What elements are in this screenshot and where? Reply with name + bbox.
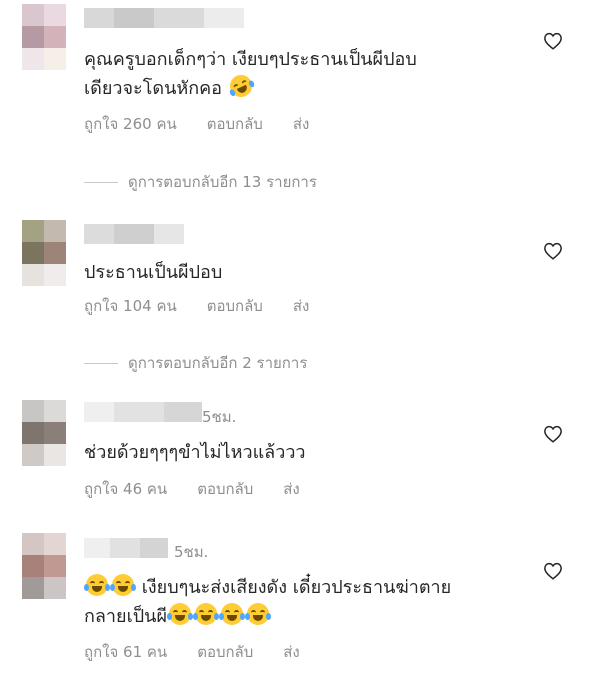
comment-timestamp: 5ชม. bbox=[202, 408, 237, 426]
comment-text: เงียบๆนะส่งเสียงดัง เดี๋ยวประธานฆ่าตาย ก… bbox=[84, 573, 451, 631]
comment-line: เงียบๆนะส่งเสียงดัง เดี๋ยวประธานฆ่าตาย bbox=[84, 573, 451, 602]
view-replies-button[interactable]: ดูการตอบกลับอีก 13 รายการ bbox=[84, 170, 317, 194]
avatar[interactable] bbox=[22, 220, 66, 286]
comment-text: คุณครูบอกเด็กๆว่า เงียบๆประธานเป็นผีปอบ … bbox=[84, 45, 417, 103]
comment-line: เดียวจะโดนหักคอ bbox=[84, 71, 417, 103]
username-blurred[interactable] bbox=[84, 538, 168, 558]
avatar[interactable] bbox=[22, 400, 66, 466]
comment-actions: ถูกใจ 260 คน ตอบกลับ ส่ง bbox=[84, 112, 309, 136]
username-blurred[interactable] bbox=[84, 8, 244, 28]
send-button[interactable]: ส่ง bbox=[283, 640, 299, 664]
comment-line: คุณครูบอกเด็กๆว่า เงียบๆประธานเป็นผีปอบ bbox=[84, 49, 417, 70]
heart-icon[interactable] bbox=[543, 425, 563, 443]
tears-of-joy-emoji-icon bbox=[245, 603, 272, 625]
view-replies-label: ดูการตอบกลับอีก 13 รายการ bbox=[128, 173, 317, 191]
comment-actions: ถูกใจ 61 คน ตอบกลับ ส่ง bbox=[84, 640, 300, 664]
heart-icon[interactable] bbox=[543, 562, 563, 580]
comment-line: กลายเป็นผี bbox=[84, 602, 451, 631]
view-replies-button[interactable]: ดูการตอบกลับอีก 2 รายการ bbox=[84, 351, 307, 375]
likes-count[interactable]: ถูกใจ 46 คน bbox=[84, 477, 167, 501]
comment-actions: ถูกใจ 46 คน ตอบกลับ ส่ง bbox=[84, 477, 300, 501]
username-blurred[interactable] bbox=[84, 224, 184, 244]
comment-text: ประธานเป็นผีปอบ bbox=[84, 258, 222, 287]
username-blurred[interactable] bbox=[84, 402, 202, 422]
tears-of-joy-emoji-icon bbox=[167, 603, 194, 625]
tears-of-joy-emoji-icon bbox=[110, 574, 136, 596]
tears-of-joy-emoji-icon bbox=[84, 574, 110, 596]
divider-line bbox=[84, 181, 118, 183]
avatar[interactable] bbox=[22, 4, 66, 70]
reply-button[interactable]: ตอบกลับ bbox=[197, 640, 253, 664]
tears-of-joy-emoji-icon bbox=[193, 603, 220, 625]
view-replies-label: ดูการตอบกลับอีก 2 รายการ bbox=[128, 354, 308, 372]
comment-line-text: เงียบๆนะส่งเสียงดัง เดี๋ยวประธานฆ่าตาย bbox=[141, 577, 452, 598]
comment-line-text: กลายเป็นผี bbox=[84, 606, 168, 627]
likes-count[interactable]: ถูกใจ 260 คน bbox=[84, 112, 177, 136]
avatar[interactable] bbox=[22, 533, 66, 599]
reply-button[interactable]: ตอบกลับ bbox=[207, 112, 263, 136]
heart-icon[interactable] bbox=[543, 32, 563, 50]
rolling-laughing-emoji-icon bbox=[226, 71, 256, 101]
comment-actions: ถูกใจ 104 คน ตอบกลับ ส่ง bbox=[84, 294, 309, 318]
likes-count[interactable]: ถูกใจ 61 คน bbox=[84, 640, 167, 664]
tears-of-joy-emoji-icon bbox=[219, 603, 246, 625]
comment-line-text: เดียวจะโดนหักคอ bbox=[84, 78, 222, 99]
divider-line bbox=[84, 362, 118, 364]
comment-timestamp: 5ชม. bbox=[174, 543, 209, 561]
comment-line: ประธานเป็นผีปอบ bbox=[84, 262, 223, 283]
heart-icon[interactable] bbox=[543, 242, 563, 260]
reply-button[interactable]: ตอบกลับ bbox=[197, 477, 253, 501]
send-button[interactable]: ส่ง bbox=[283, 477, 299, 501]
send-button[interactable]: ส่ง bbox=[293, 112, 309, 136]
comment-line: ช่วยด้วยๆๆๆขำไม่ไหวแล้ววว bbox=[84, 442, 306, 463]
reply-button[interactable]: ตอบกลับ bbox=[207, 294, 263, 318]
send-button[interactable]: ส่ง bbox=[293, 294, 309, 318]
likes-count[interactable]: ถูกใจ 104 คน bbox=[84, 294, 177, 318]
comment-text: ช่วยด้วยๆๆๆขำไม่ไหวแล้ววว bbox=[84, 438, 306, 467]
